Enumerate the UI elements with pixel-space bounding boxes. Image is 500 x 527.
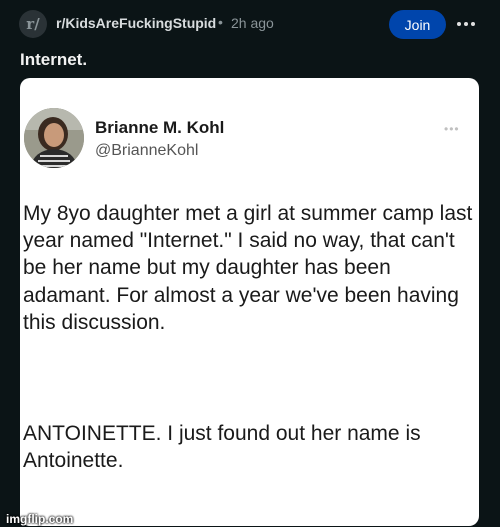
post-timestamp: 2h ago: [231, 15, 274, 31]
meta-separator: •: [218, 14, 223, 30]
more-options-icon[interactable]: [454, 12, 478, 36]
tweet-more-icon: •••: [444, 122, 460, 136]
imgflip-watermark: imgflip.com: [6, 512, 74, 526]
subreddit-name[interactable]: r/KidsAreFuckingStupid: [56, 15, 216, 31]
profile-avatar: [24, 108, 84, 168]
tweet-author-handle: @BrianneKohl: [95, 142, 199, 159]
tweet-text-paragraph-2: ANTOINETTE. I just found out her name is…: [23, 422, 421, 473]
post-header: r/ r/KidsAreFuckingStupid • 2h ago Join: [0, 0, 500, 48]
profile-photo-icon: [24, 108, 84, 168]
tweet-author-name: Brianne M. Kohl: [95, 118, 225, 137]
join-button[interactable]: Join: [389, 10, 446, 39]
post-image[interactable]: Brianne M. Kohl @BrianneKohl ••• My 8yo …: [20, 78, 479, 526]
tweet-text-paragraph-1: My 8yo daughter met a girl at summer cam…: [23, 202, 473, 334]
post-title[interactable]: Internet.: [20, 50, 87, 70]
subreddit-avatar-icon[interactable]: r/: [19, 10, 47, 38]
